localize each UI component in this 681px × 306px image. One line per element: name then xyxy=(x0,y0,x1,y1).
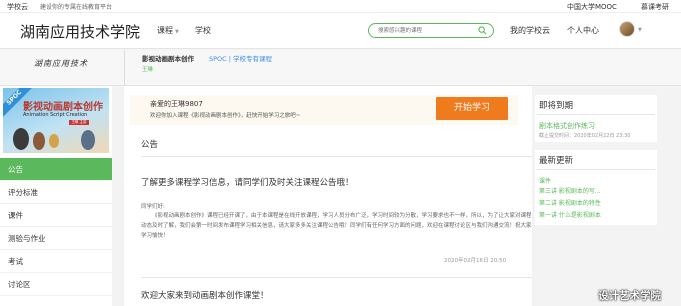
cartoon-figure xyxy=(49,134,59,148)
nav-course[interactable]: 课程 ▼ xyxy=(157,25,179,36)
course-type-link[interactable]: SPOC | 学校专有课程 xyxy=(209,53,272,63)
start-learning-button[interactable]: 开始学习 xyxy=(436,97,508,120)
menu-item-courseware[interactable]: 课件 xyxy=(0,204,112,227)
divider xyxy=(141,156,532,157)
divider xyxy=(537,169,655,170)
user-center-link[interactable]: 个人中心 xyxy=(567,25,599,36)
avatar[interactable] xyxy=(619,21,635,37)
menu-item-grading[interactable]: 评分标准 xyxy=(0,181,112,204)
search-box[interactable] xyxy=(368,23,494,38)
menu-item-forum[interactable]: 讨论区 xyxy=(0,273,112,296)
top-bar: 学校云 建设你的专属在线教育平台 中国大学MOOC 慕课考研 xyxy=(0,0,681,13)
kaoyan-link[interactable]: 慕课考研 xyxy=(641,2,669,12)
menu-item-announcements[interactable]: 公告 xyxy=(0,158,112,181)
course-title: 影视动画剧本创作 xyxy=(142,55,194,63)
due-soon-panel: 即将到期 剧本格式创作练习 截止提交时间：2020年02月22日 23:30 xyxy=(535,95,657,142)
update-item-link[interactable]: 第一讲 什么是影视剧本 xyxy=(539,210,601,219)
panel-title: 最新更新 xyxy=(539,156,574,166)
welcome-message: 欢迎你加入课程《影视动画剧本创作》，赶快开始学习之旅吧~ xyxy=(150,113,301,119)
announcement-body: 《影视动画剧本创作》课程已经开课了，由于本课程是在线开放课程，学习人员分布广泛，… xyxy=(141,213,532,239)
my-school-cloud-link[interactable]: 我的学校云 xyxy=(510,25,550,36)
latest-updates-panel: 最新更新 课件 第三讲 影视剧本的写... 第二讲 影视剧本的特性 第一讲 什么… xyxy=(535,150,657,225)
chevron-down-icon[interactable]: ▼ xyxy=(638,27,642,33)
watermark-text: 设计艺术学院 xyxy=(598,290,661,302)
announcement-title: 了解更多课程学习信息，请同学们及时关注课程公告哦！ xyxy=(141,178,354,188)
cartoon-figure xyxy=(33,132,45,150)
menu-item-exam[interactable]: 考试 xyxy=(0,250,112,273)
mooc-link[interactable]: 中国大学MOOC xyxy=(567,2,617,12)
course-sidebar: SPOC 影视动画剧本创作 Animation Script Creation … xyxy=(0,86,112,306)
divider xyxy=(537,114,655,115)
due-task-link[interactable]: 剧本格式创作练习 xyxy=(539,121,595,131)
course-teacher-link[interactable]: 王琳 xyxy=(142,65,153,73)
course-info-bar: 湖南应用技术 影视动画剧本创作 SPOC | 学校专有课程 王琳 xyxy=(0,50,681,86)
search-icon[interactable] xyxy=(478,26,487,35)
platform-slogan: 建设你的专属在线教育平台 xyxy=(40,4,113,11)
divider xyxy=(124,50,125,86)
announcement-title: 欢迎大家来到动画剧本创作课堂！ xyxy=(141,291,269,301)
banner-subtitle: Animation Script Creation xyxy=(23,112,88,118)
banner-tag: 王琳 主讲 xyxy=(69,120,89,125)
nav-school[interactable]: 学校 xyxy=(195,25,211,36)
platform-logo[interactable]: 学校云 xyxy=(7,2,28,12)
announcement-date: 2020年02月16日 20:50 xyxy=(444,258,507,264)
due-deadline: 截止提交时间：2020年02月22日 23:30 xyxy=(539,133,631,139)
menu-item-quizzes[interactable]: 测验与作业 xyxy=(0,227,112,250)
school-name[interactable]: 湖南应用技术学院 xyxy=(20,21,140,42)
chevron-down-icon: ▼ xyxy=(175,29,179,35)
panel-title: 即将到期 xyxy=(539,101,574,111)
course-banner-image: SPOC 影视动画剧本创作 Animation Script Creation … xyxy=(3,88,109,153)
banner-title: 影视动画剧本创作 xyxy=(23,102,103,113)
institution-logo: 湖南应用技术 xyxy=(34,59,88,68)
nav-course-label: 课程 xyxy=(157,26,173,35)
update-item-link[interactable]: 第二讲 影视剧本的特性 xyxy=(539,198,601,207)
divider xyxy=(141,277,532,278)
course-menu: 公告 评分标准 课件 测验与作业 考试 讨论区 xyxy=(0,158,112,296)
cartoon-figure xyxy=(13,128,29,150)
update-item-link[interactable]: 第三讲 影视剧本的写... xyxy=(539,186,601,195)
site-header: 湖南应用技术学院 课程▼ 学校 我的学校云 个人中心 ▼ xyxy=(0,13,681,49)
section-title: 公告 xyxy=(141,140,159,150)
update-category: 课件 xyxy=(539,178,552,185)
cartoon-figure xyxy=(81,130,95,150)
search-input[interactable] xyxy=(378,27,473,35)
welcome-greeting: 亲爱的王琳9807 xyxy=(150,100,203,108)
announcement-greeting: 同学们好: xyxy=(141,204,165,210)
main-content: 亲爱的王琳9807 欢迎你加入课程《影视动画剧本创作》，赶快开始学习之旅吧~ 开… xyxy=(124,86,532,306)
